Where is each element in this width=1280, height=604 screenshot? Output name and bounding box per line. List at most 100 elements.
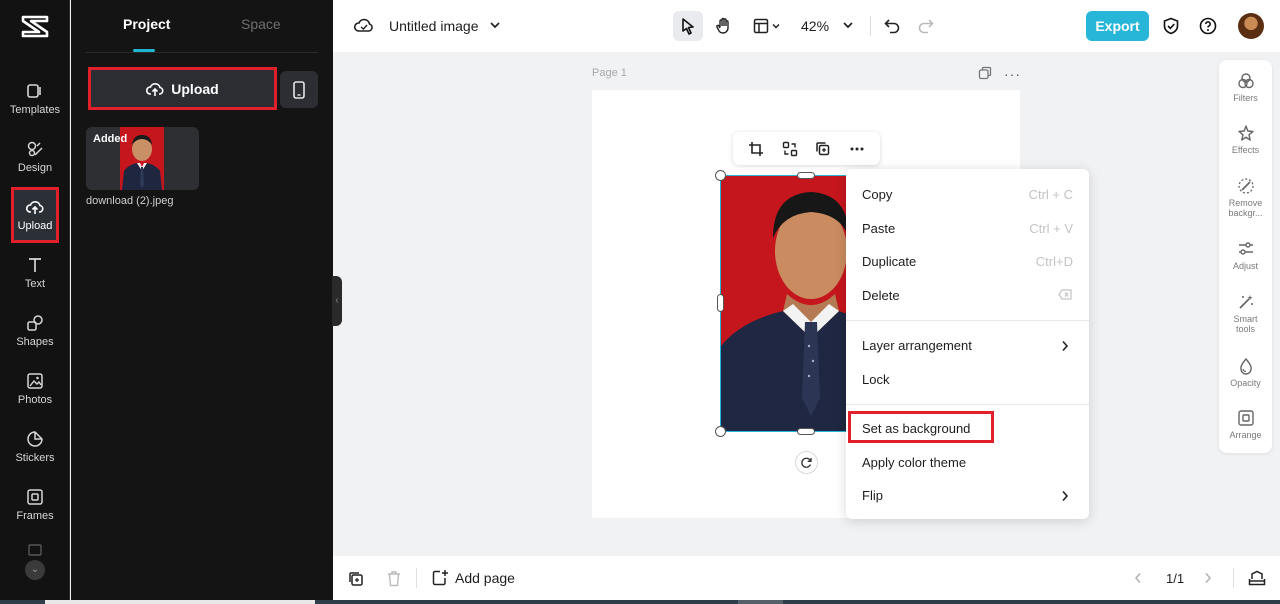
frames-icon: [27, 489, 43, 505]
cloud-sync-icon[interactable]: [354, 16, 374, 34]
shortcut-label: Ctrl + C: [1028, 187, 1073, 202]
menu-item-label: Layer arrangement: [862, 338, 972, 353]
templates-icon: [27, 84, 41, 98]
shield-icon[interactable]: [1162, 17, 1180, 35]
shortcut-label: Ctrl+D: [1035, 254, 1073, 269]
phone-upload-button[interactable]: [280, 71, 318, 108]
menu-item-delete[interactable]: Delete: [846, 280, 1089, 310]
more-tools-icon[interactable]: [28, 544, 42, 556]
help-icon[interactable]: [1199, 17, 1217, 35]
layers-icon[interactable]: [1248, 570, 1266, 586]
document-title[interactable]: Untitled image: [389, 18, 479, 34]
capcut-logo[interactable]: [20, 13, 50, 39]
add-page-icon: [432, 570, 448, 586]
menu-divider: [846, 320, 1089, 321]
layout-menu-button[interactable]: [747, 11, 787, 41]
tool-label: Adjust: [1232, 261, 1258, 271]
rail-item-design[interactable]: Design: [0, 134, 70, 186]
pages-icon[interactable]: [348, 571, 364, 587]
add-page-label: Add page: [455, 569, 515, 586]
chevron-left-icon[interactable]: [1133, 572, 1143, 584]
menu-item-paste[interactable]: Paste Ctrl + V: [846, 213, 1089, 243]
resize-handle-bottom-left[interactable]: [715, 426, 726, 437]
text-icon: [29, 258, 41, 272]
duplicate-icon: [816, 141, 830, 155]
os-taskbar: [0, 600, 1280, 604]
rail-label: Design: [17, 162, 53, 174]
chevron-down-icon[interactable]: [489, 19, 501, 31]
rail-label: Stickers: [15, 452, 55, 464]
tool-adjust[interactable]: Adjust: [1219, 240, 1272, 271]
tool-remove-background[interactable]: Remove backgr...: [1219, 177, 1272, 218]
chevron-down-icon: [772, 23, 780, 29]
avatar[interactable]: [1238, 13, 1264, 39]
smart-tools-icon: [1238, 295, 1253, 309]
replace-button[interactable]: [782, 141, 798, 157]
tab-project[interactable]: Project: [123, 16, 170, 32]
tool-smart-tools[interactable]: Smart tools: [1219, 293, 1272, 334]
upload-button[interactable]: Upload: [88, 67, 277, 110]
rail-item-stickers[interactable]: Stickers: [0, 424, 70, 476]
chevron-down-icon[interactable]: ⌄: [25, 560, 45, 580]
menu-item-duplicate[interactable]: Duplicate Ctrl+D: [846, 246, 1089, 276]
rotate-handle[interactable]: [795, 451, 818, 474]
export-button[interactable]: Export: [1086, 11, 1149, 41]
tool-effects[interactable]: Effects: [1219, 124, 1272, 155]
menu-item-copy[interactable]: Copy Ctrl + C: [846, 179, 1089, 209]
crop-button[interactable]: [748, 141, 764, 157]
menu-item-label: Lock: [862, 372, 890, 387]
tool-label: Remove backgr...: [1228, 198, 1263, 218]
zoom-level[interactable]: 42%: [801, 18, 829, 34]
divider: [870, 16, 871, 36]
rail-item-frames[interactable]: Frames: [0, 482, 70, 534]
rail-item-templates[interactable]: Templates: [0, 76, 70, 128]
hand-tool-button[interactable]: [709, 11, 739, 41]
rail-label: Photos: [17, 394, 53, 406]
layout-icon: [753, 18, 769, 34]
more-options-button[interactable]: [849, 141, 865, 157]
adjust-icon: [1238, 242, 1253, 255]
tool-label: Effects: [1231, 145, 1260, 155]
tool-arrange[interactable]: Arrange: [1219, 409, 1272, 440]
collapse-panel-handle[interactable]: ‹: [332, 276, 342, 326]
opacity-icon: [1239, 357, 1252, 375]
duplicate-button[interactable]: [815, 141, 831, 157]
photos-icon: [27, 373, 43, 389]
rail-item-photos[interactable]: Photos: [0, 366, 70, 418]
uploaded-asset-card[interactable]: Added: [86, 127, 199, 190]
project-panel: Project Space Upload Added download (2).…: [71, 0, 333, 604]
menu-item-label: Apply color theme: [862, 455, 967, 470]
rail-label: Text: [24, 278, 46, 290]
menu-item-apply-color-theme[interactable]: Apply color theme: [846, 447, 1089, 477]
rotate-icon: [801, 457, 812, 468]
undo-icon[interactable]: [883, 17, 901, 35]
chevron-down-icon[interactable]: [842, 19, 854, 31]
menu-item-label: Flip: [862, 488, 883, 503]
duplicate-page-icon[interactable]: [978, 66, 992, 80]
menu-item-lock[interactable]: Lock: [846, 364, 1089, 394]
menu-divider: [846, 404, 1089, 405]
redo-icon[interactable]: [917, 17, 935, 35]
resize-handle-bottom[interactable]: [797, 428, 815, 435]
tab-space[interactable]: Space: [241, 16, 281, 32]
chevron-right-icon[interactable]: [1203, 572, 1213, 584]
more-icon[interactable]: ···: [1004, 66, 1021, 82]
resize-handle-left[interactable]: [717, 294, 724, 312]
menu-item-flip[interactable]: Flip: [846, 480, 1089, 510]
rail-label: Frames: [16, 510, 54, 522]
rail-item-upload[interactable]: Upload: [0, 187, 70, 244]
replace-icon: [782, 141, 797, 156]
resize-handle-top[interactable]: [797, 172, 815, 179]
trash-icon[interactable]: [386, 570, 402, 587]
menu-item-label: Duplicate: [862, 254, 917, 269]
select-tool-button[interactable]: [673, 11, 703, 41]
tool-opacity[interactable]: Opacity: [1219, 357, 1272, 388]
rail-item-shapes[interactable]: Shapes: [0, 308, 70, 360]
menu-item-layer-arrangement[interactable]: Layer arrangement: [846, 330, 1089, 360]
rail-item-text[interactable]: Text: [0, 250, 70, 302]
resize-handle-top-left[interactable]: [715, 170, 726, 181]
left-rail: Templates Design Upload Text Shapes Phot…: [0, 0, 70, 604]
add-page-button[interactable]: Add page: [432, 569, 515, 586]
tool-filters[interactable]: Filters: [1219, 72, 1272, 103]
chevron-right-icon: [1062, 490, 1069, 502]
